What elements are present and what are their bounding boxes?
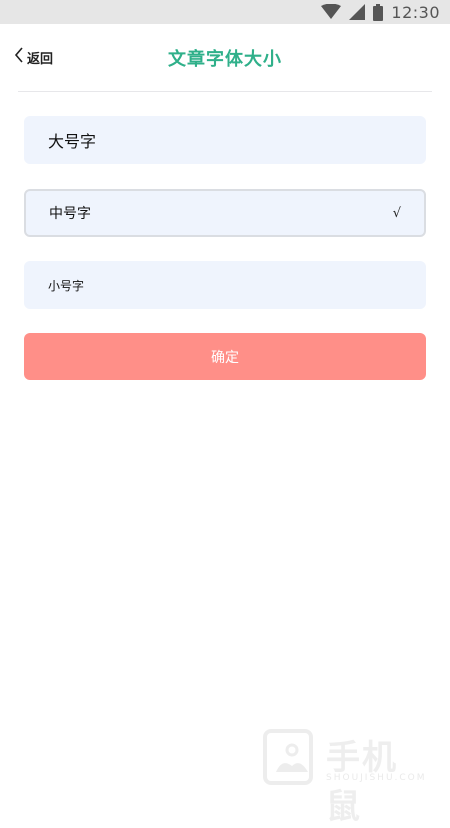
watermark-subtext: SHOUJISHU.COM bbox=[326, 773, 427, 783]
option-label: 小号字 bbox=[48, 278, 85, 293]
check-mark-icon: √ bbox=[392, 205, 401, 221]
watermark: 手机鼠 SHOUJISHU.COM bbox=[260, 728, 428, 827]
confirm-button[interactable]: 确定 bbox=[24, 333, 426, 380]
option-large-font[interactable]: 大号字 bbox=[24, 116, 426, 164]
status-time: 12:30 bbox=[391, 2, 440, 22]
signal-icon bbox=[349, 4, 366, 20]
header: 返回 文章字体大小 bbox=[0, 24, 450, 92]
option-label: 中号字 bbox=[49, 206, 91, 222]
wifi-icon bbox=[321, 4, 342, 20]
option-small-font[interactable]: 小号字 bbox=[24, 261, 426, 309]
watermark-logo-icon bbox=[263, 729, 313, 785]
option-label: 大号字 bbox=[48, 132, 97, 151]
header-divider bbox=[18, 91, 432, 92]
status-bar: 12:30 bbox=[0, 0, 450, 24]
battery-icon bbox=[373, 3, 384, 21]
status-icons: 12:30 bbox=[321, 0, 440, 24]
confirm-label: 确定 bbox=[211, 349, 239, 366]
page-title: 文章字体大小 bbox=[168, 49, 282, 70]
option-medium-font[interactable]: 中号字 √ bbox=[24, 189, 426, 237]
